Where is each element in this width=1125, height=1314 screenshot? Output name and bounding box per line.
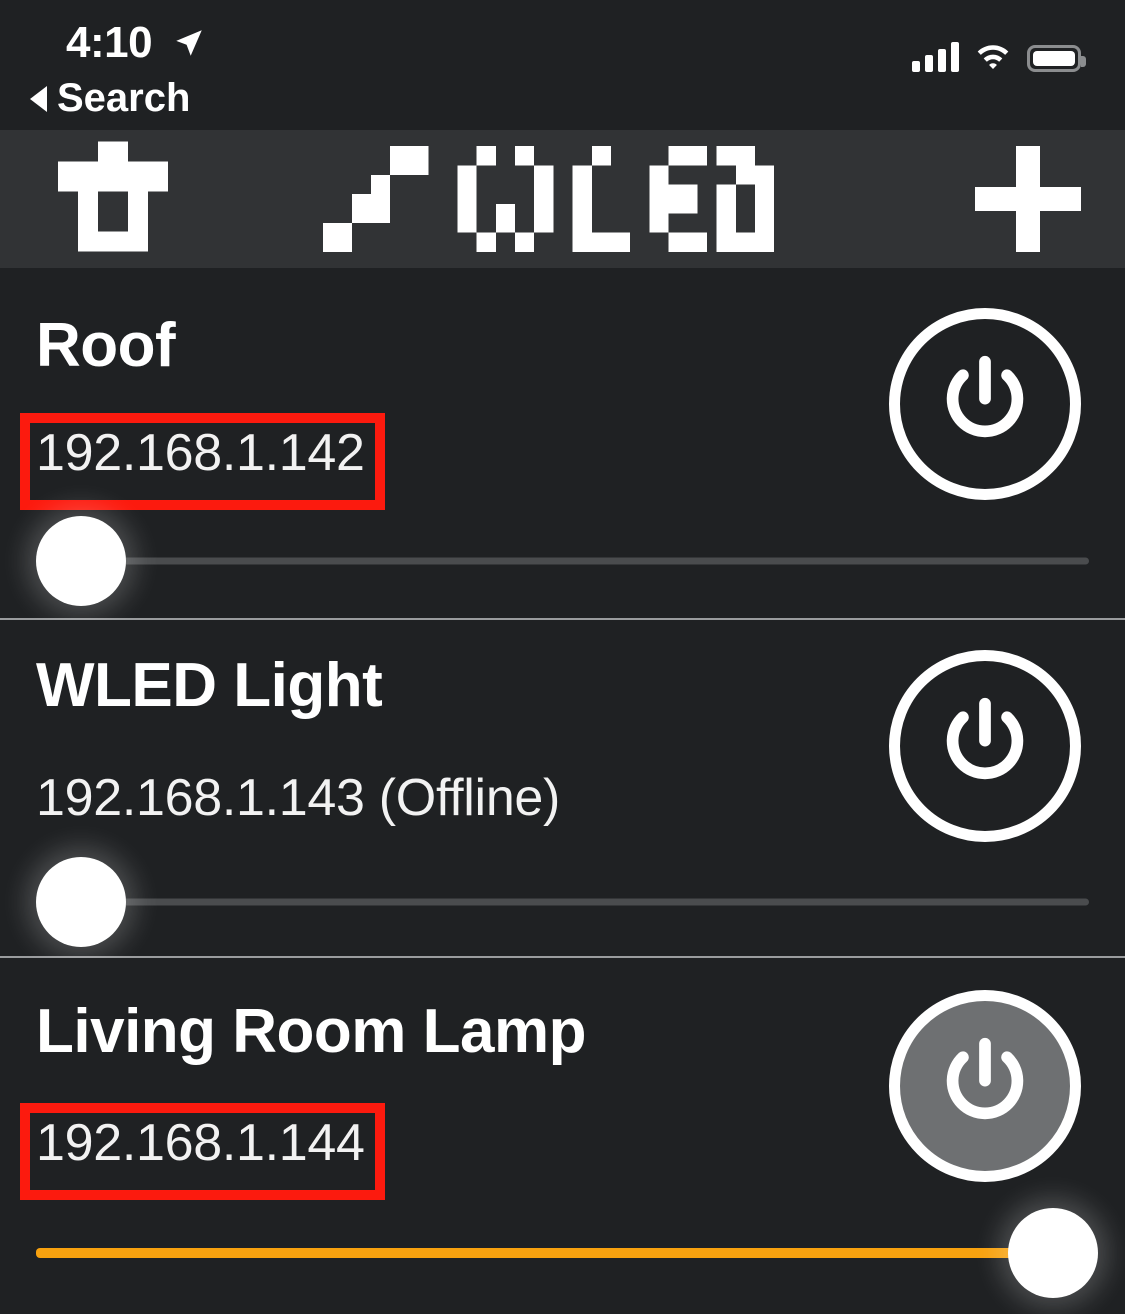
slider-thumb[interactable] bbox=[36, 516, 126, 606]
cellular-bars-icon bbox=[912, 42, 959, 72]
power-toggle-button[interactable] bbox=[889, 650, 1081, 842]
device-name: WLED Light bbox=[36, 651, 383, 720]
device-row-roof[interactable]: Roof 192.168.1.142 bbox=[0, 268, 1125, 620]
power-icon bbox=[946, 697, 1024, 780]
add-device-button[interactable] bbox=[975, 146, 1081, 252]
status-bar: 4:10 Search bbox=[0, 0, 1125, 130]
status-indicators bbox=[912, 42, 1086, 72]
device-row-wled-light[interactable]: WLED Light 192.168.1.143 (Offline) bbox=[0, 620, 1125, 958]
wled-pixel-logo bbox=[322, 145, 803, 253]
app-screen: 4:10 Search Roof 192.168.1.142 WLED Ligh… bbox=[0, 0, 1125, 1314]
device-ip: 192.168.1.144 bbox=[36, 1114, 365, 1172]
battery-full-icon bbox=[1027, 45, 1086, 72]
back-label: Search bbox=[57, 76, 191, 120]
brightness-slider[interactable] bbox=[36, 857, 1089, 947]
slider-thumb[interactable] bbox=[36, 857, 126, 947]
brightness-slider[interactable] bbox=[36, 1208, 1098, 1298]
slider-track bbox=[36, 898, 1089, 906]
nav-bar bbox=[0, 130, 1125, 268]
device-ip: 192.168.1.143 (Offline) bbox=[36, 769, 561, 827]
device-list: Roof 192.168.1.142 WLED Light 192.168.1.… bbox=[0, 268, 1125, 1314]
plus-icon bbox=[975, 146, 1081, 252]
brightness-slider[interactable] bbox=[36, 516, 1089, 606]
power-icon bbox=[946, 1037, 1024, 1120]
device-ip: 192.168.1.142 bbox=[36, 424, 365, 482]
slider-track bbox=[36, 557, 1089, 565]
device-name: Roof bbox=[36, 311, 176, 380]
back-to-search-link[interactable]: Search bbox=[30, 76, 190, 121]
back-chevron-icon bbox=[30, 85, 47, 112]
pixel-lamp-icon[interactable] bbox=[48, 141, 178, 258]
wifi-icon bbox=[977, 45, 1009, 69]
power-toggle-button[interactable] bbox=[889, 990, 1081, 1182]
device-name: Living Room Lamp bbox=[36, 997, 587, 1066]
power-toggle-button[interactable] bbox=[889, 308, 1081, 500]
slider-thumb[interactable] bbox=[1008, 1208, 1098, 1298]
status-time: 4:10 bbox=[66, 18, 153, 67]
device-row-living-room-lamp[interactable]: Living Room Lamp 192.168.1.144 bbox=[0, 958, 1125, 1314]
power-icon bbox=[946, 355, 1024, 438]
slider-track bbox=[36, 1248, 1089, 1258]
location-arrow-icon bbox=[176, 30, 202, 56]
